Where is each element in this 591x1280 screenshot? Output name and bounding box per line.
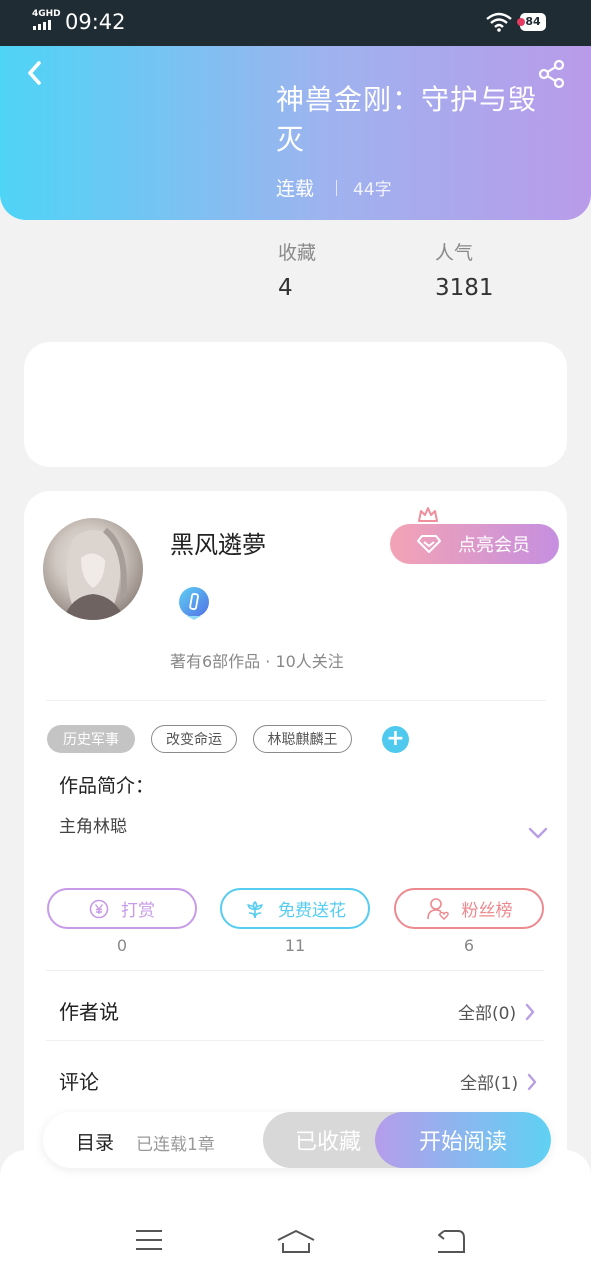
crown-icon bbox=[418, 507, 438, 522]
author-says-all-link[interactable]: 全部(0) bbox=[458, 999, 536, 1024]
divider bbox=[46, 970, 544, 971]
tag-lincong-qilin[interactable]: 林聪麒麟王 bbox=[253, 725, 352, 753]
flower-count: 11 bbox=[284, 936, 306, 955]
bottom-action-bar: 目录 已连载1章 已收藏 开始阅读 bbox=[43, 1112, 551, 1168]
signal-icon bbox=[33, 20, 51, 30]
divider bbox=[46, 1040, 544, 1041]
tag-history-military[interactable]: 历史军事 bbox=[47, 725, 135, 753]
author-info: 著有6部作品 · 10人关注 bbox=[170, 652, 344, 671]
comments-title: 评论 bbox=[59, 1070, 99, 1094]
status-time: 09:42 bbox=[65, 10, 126, 34]
stat-popularity: 人气 3181 bbox=[435, 238, 494, 301]
fan-user-icon bbox=[426, 897, 449, 920]
book-title: 神兽金刚：守护与毁灭 bbox=[276, 83, 538, 156]
tip-label: 打赏 bbox=[121, 901, 155, 921]
divider bbox=[46, 700, 546, 701]
vip-button[interactable]: 点亮会员 bbox=[390, 524, 559, 564]
toc-button[interactable]: 目录 bbox=[76, 1128, 114, 1155]
vip-label: 点亮会员 bbox=[458, 535, 530, 556]
fan-ranking-label: 粉丝榜 bbox=[461, 901, 513, 921]
author-avatar[interactable] bbox=[43, 518, 143, 620]
chevron-down-icon[interactable] bbox=[527, 826, 549, 840]
meta-divider bbox=[336, 179, 338, 196]
status-bar: 4GHD 09:42 84 bbox=[0, 0, 591, 46]
back-nav-icon[interactable] bbox=[434, 1228, 466, 1254]
author-says-title: 作者说 bbox=[59, 1000, 119, 1024]
back-icon[interactable] bbox=[22, 58, 50, 88]
comments-all-link[interactable]: 全部(1) bbox=[460, 1069, 538, 1094]
send-flower-label: 免费送花 bbox=[278, 901, 346, 921]
fan-count: 6 bbox=[463, 936, 475, 955]
stat-favorites: 收藏 4 bbox=[278, 238, 316, 301]
yen-icon bbox=[89, 899, 109, 918]
fan-ranking-button[interactable]: 粉丝榜 bbox=[394, 888, 544, 929]
author-name[interactable]: 黑风遴夢 bbox=[170, 525, 266, 560]
stat-value: 3181 bbox=[435, 275, 494, 301]
book-meta: 连载 44字 bbox=[276, 174, 392, 201]
diamond-icon bbox=[416, 534, 442, 554]
word-count: 44字 bbox=[353, 180, 392, 200]
intro-text: 主角林聪 bbox=[59, 817, 127, 837]
send-flower-button[interactable]: 免费送花 bbox=[220, 888, 370, 929]
battery-icon: 84 bbox=[517, 13, 546, 31]
wifi-icon bbox=[486, 12, 512, 32]
blank-card bbox=[24, 342, 567, 467]
menu-icon[interactable] bbox=[134, 1228, 164, 1252]
author-level-badge-icon bbox=[179, 587, 209, 620]
home-icon[interactable] bbox=[276, 1228, 316, 1254]
network-indicator: 4GHD bbox=[32, 9, 61, 19]
book-header: 神兽金刚：守护与毁灭 连载 44字 bbox=[0, 46, 591, 220]
bottom-panel bbox=[0, 1150, 591, 1280]
flower-icon bbox=[247, 900, 263, 918]
start-reading-button[interactable]: 开始阅读 bbox=[375, 1112, 551, 1168]
tip-button[interactable]: 打赏 bbox=[47, 888, 197, 929]
stat-label: 收藏 bbox=[278, 242, 317, 264]
comments-all-label: 全部(1) bbox=[460, 1074, 519, 1094]
add-tag-button[interactable]: + bbox=[382, 726, 409, 753]
chevron-right-icon bbox=[525, 1003, 535, 1020]
intro-title: 作品简介： bbox=[59, 775, 155, 797]
stat-label: 人气 bbox=[435, 242, 474, 264]
author-says-all-label: 全部(0) bbox=[458, 1004, 517, 1024]
book-status: 连载 bbox=[276, 178, 315, 200]
tag-change-fate[interactable]: 改变命运 bbox=[151, 725, 237, 753]
tip-count: 0 bbox=[116, 936, 128, 955]
toc-status: 已连载1章 bbox=[136, 1135, 215, 1155]
chevron-right-icon bbox=[527, 1073, 537, 1090]
stat-value: 4 bbox=[278, 275, 293, 301]
